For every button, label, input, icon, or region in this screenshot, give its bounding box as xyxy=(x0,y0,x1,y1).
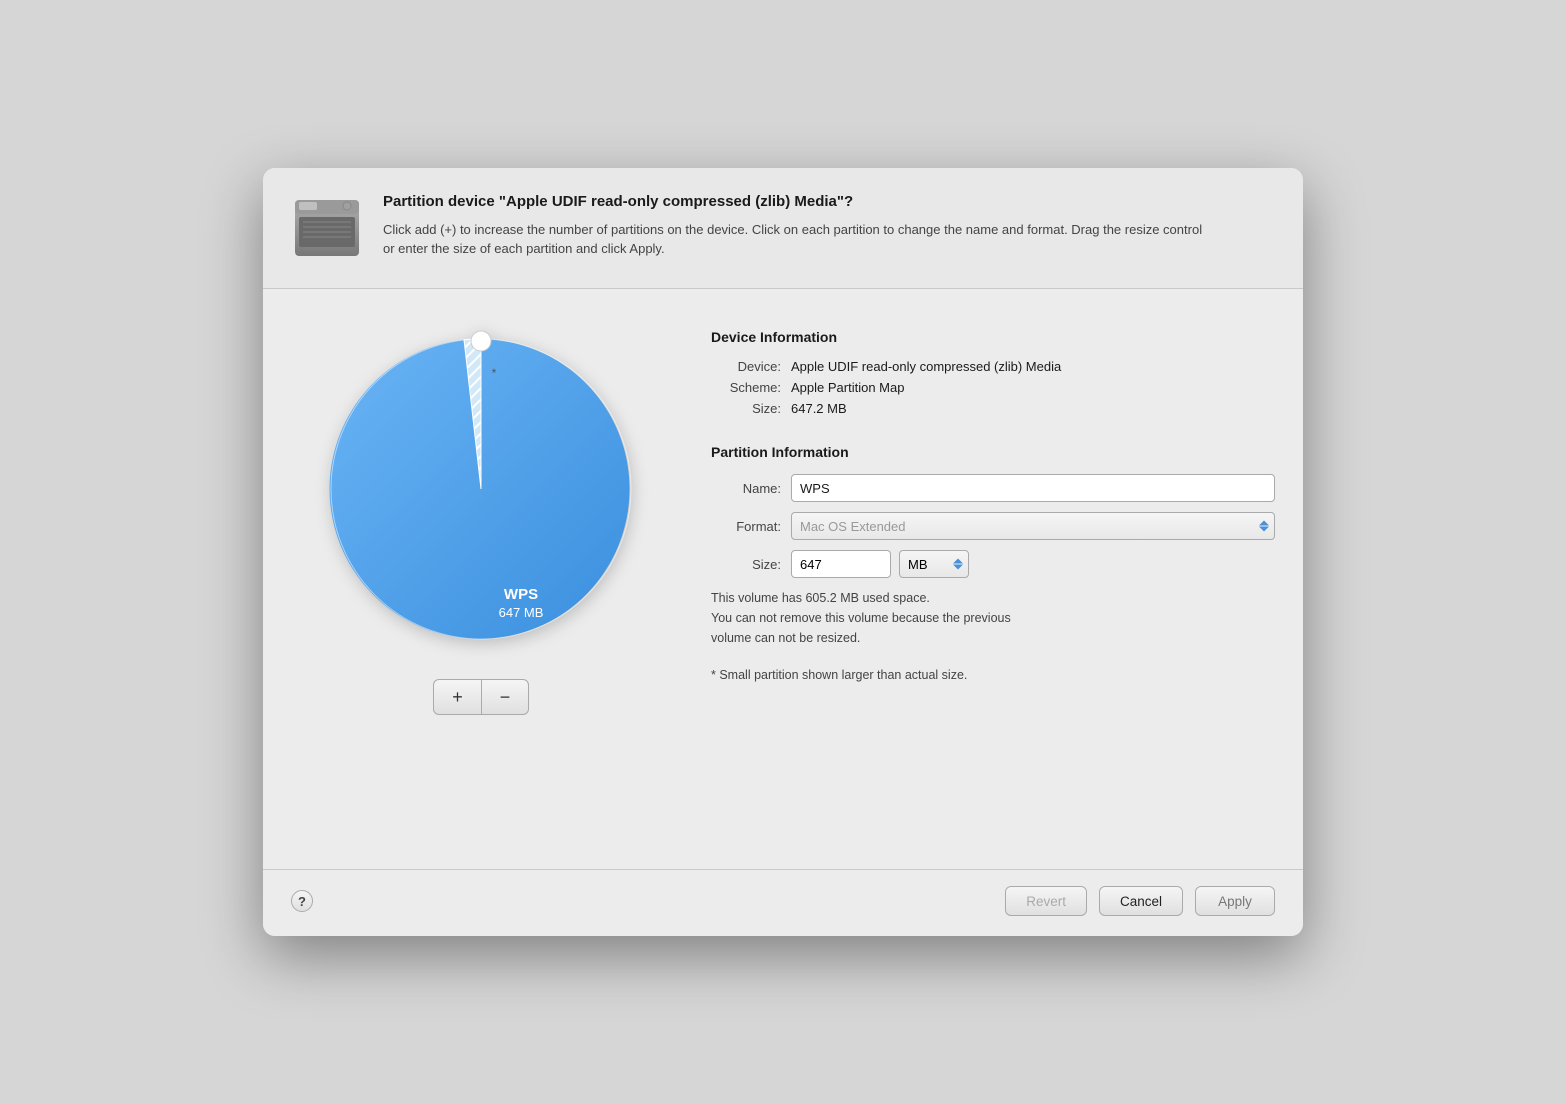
remove-partition-button[interactable]: − xyxy=(481,679,529,715)
help-button[interactable]: ? xyxy=(291,890,313,912)
small-partition-asterisk: * xyxy=(492,366,497,380)
cancel-button[interactable]: Cancel xyxy=(1099,886,1183,916)
size-form-row: Size: MB GB TB xyxy=(711,550,1275,578)
dialog-title: Partition device "Apple UDIF read-only c… xyxy=(383,192,1203,212)
size-unit-wrapper: MB GB TB xyxy=(899,550,969,578)
device-row: Device: Apple UDIF read-only compressed … xyxy=(711,359,1275,374)
format-label: Format: xyxy=(711,519,781,534)
partition-controls: + − xyxy=(433,679,529,715)
scheme-value: Apple Partition Map xyxy=(791,380,904,395)
name-label: Name: xyxy=(711,481,781,496)
device-info-section: Device Information Device: Apple UDIF re… xyxy=(711,329,1275,416)
partition-info-section: Partition Information Name: Format: Mac … xyxy=(711,444,1275,682)
pie-container: WPS 647 MB * xyxy=(311,319,651,659)
size-input[interactable] xyxy=(791,550,891,578)
notice-line2: You can not remove this volume because t… xyxy=(711,611,1011,625)
small-partition-note-text: * Small partition shown larger than actu… xyxy=(711,668,967,682)
footer-left: ? xyxy=(291,890,313,912)
size-value: 647.2 MB xyxy=(791,401,847,416)
apply-button[interactable]: Apply xyxy=(1195,886,1275,916)
add-partition-button[interactable]: + xyxy=(433,679,481,715)
pie-chart-svg: WPS 647 MB * xyxy=(311,319,651,659)
device-value: Apple UDIF read-only compressed (zlib) M… xyxy=(791,359,1061,374)
info-panel: Device Information Device: Apple UDIF re… xyxy=(711,319,1275,849)
format-select-wrapper: Mac OS Extended Mac OS Extended (Journal… xyxy=(791,512,1275,540)
scheme-label: Scheme: xyxy=(711,380,781,395)
scheme-row: Scheme: Apple Partition Map xyxy=(711,380,1275,395)
name-row: Name: xyxy=(711,474,1275,502)
device-info-title: Device Information xyxy=(711,329,1275,345)
chart-area: WPS 647 MB * + − xyxy=(291,319,671,849)
revert-button[interactable]: Revert xyxy=(1005,886,1087,916)
pie-partition-name: WPS xyxy=(504,586,538,603)
notice-line3: volume can not be resized. xyxy=(711,631,860,645)
pie-partition-size: 647 MB xyxy=(499,605,544,620)
name-input[interactable] xyxy=(791,474,1275,502)
size-row-inputs: MB GB TB xyxy=(791,550,969,578)
notice-text: This volume has 605.2 MB used space. You… xyxy=(711,588,1211,648)
dialog-description: Click add (+) to increase the number of … xyxy=(383,220,1203,259)
format-row: Format: Mac OS Extended Mac OS Extended … xyxy=(711,512,1275,540)
footer-right: Revert Cancel Apply xyxy=(1005,886,1275,916)
main-content: WPS 647 MB * + − Device Information xyxy=(263,289,1303,869)
size-row: Size: 647.2 MB xyxy=(711,401,1275,416)
dialog-header: Partition device "Apple UDIF read-only c… xyxy=(263,168,1303,289)
dialog-footer: ? Revert Cancel Apply xyxy=(263,869,1303,936)
format-select[interactable]: Mac OS Extended Mac OS Extended (Journal… xyxy=(791,512,1275,540)
drive-icon xyxy=(291,192,363,264)
size-label: Size: xyxy=(711,401,781,416)
size-form-label: Size: xyxy=(711,557,781,572)
notice-line1: This volume has 605.2 MB used space. xyxy=(711,591,930,605)
partition-info-title: Partition Information xyxy=(711,444,1275,460)
partition-dialog: Partition device "Apple UDIF read-only c… xyxy=(263,168,1303,936)
size-unit-select[interactable]: MB GB TB xyxy=(899,550,969,578)
device-label: Device: xyxy=(711,359,781,374)
small-partition-note: * Small partition shown larger than actu… xyxy=(711,668,1275,682)
header-text: Partition device "Apple UDIF read-only c… xyxy=(383,192,1203,259)
resize-handle[interactable] xyxy=(471,331,491,351)
